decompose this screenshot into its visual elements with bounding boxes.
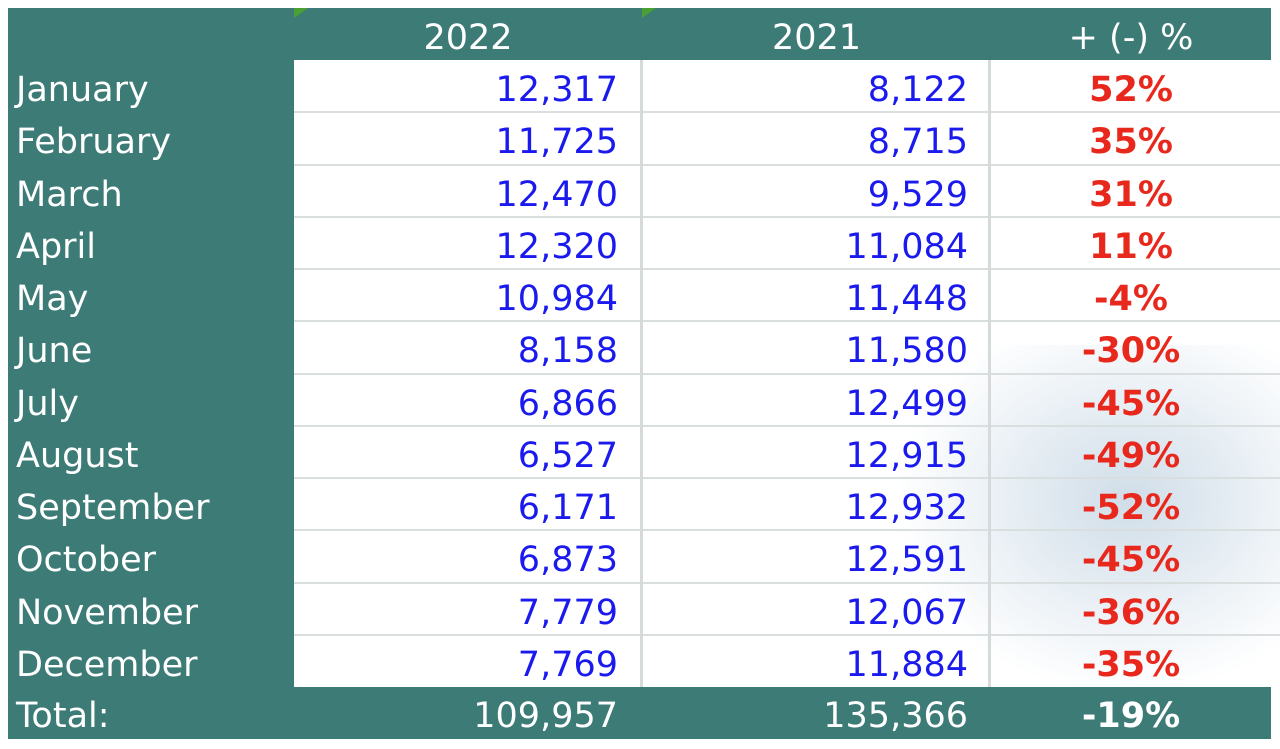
- value-2022: 12,317: [495, 70, 618, 110]
- value-2022: 8,158: [517, 331, 618, 372]
- value-2021: 11,884: [845, 644, 968, 685]
- percent-change: -4%: [1094, 279, 1168, 319]
- month-label: December: [16, 644, 198, 685]
- percent-change: 11%: [1089, 226, 1173, 267]
- percent-change: -45%: [1081, 540, 1181, 581]
- value-2022: 6,171: [517, 488, 618, 528]
- column-header: 2021: [771, 18, 862, 58]
- value-2021: 12,932: [845, 488, 968, 528]
- month-label: July: [16, 383, 79, 424]
- total-label: Total:: [16, 696, 110, 736]
- value-2022: 12,470: [495, 174, 618, 215]
- month-label: October: [16, 540, 157, 581]
- value-2021: 11,084: [845, 226, 968, 267]
- month-label: April: [16, 226, 96, 267]
- percent-change: -52%: [1081, 488, 1181, 528]
- month-label: September: [16, 488, 210, 528]
- value-2022: 12,320: [495, 226, 618, 267]
- month-label: November: [16, 592, 199, 633]
- total-2021: 135,366: [823, 696, 968, 736]
- percent-change: -36%: [1081, 592, 1181, 633]
- percent-change: 52%: [1089, 70, 1173, 110]
- column-header: + (-) %: [1068, 18, 1194, 58]
- month-label: June: [16, 331, 93, 372]
- percent-change: -45%: [1081, 383, 1181, 424]
- value-2021: 12,499: [845, 383, 968, 424]
- value-2022: 6,527: [517, 435, 618, 476]
- value-2021: 12,915: [845, 435, 968, 476]
- value-2022: 11,725: [495, 122, 618, 163]
- percent-change: -49%: [1081, 435, 1181, 476]
- column-header: 2022: [423, 18, 513, 58]
- month-label: May: [16, 279, 89, 319]
- value-2021: 9,529: [867, 174, 968, 215]
- percent-change: -35%: [1081, 644, 1181, 685]
- month-label: August: [16, 435, 139, 476]
- value-2022: 7,769: [517, 644, 618, 685]
- value-2022: 6,873: [517, 540, 618, 581]
- percent-change: 31%: [1089, 174, 1173, 215]
- total-percent: -19%: [1081, 696, 1181, 736]
- value-2021: 12,067: [845, 592, 968, 633]
- month-label: March: [16, 174, 123, 215]
- value-2022: 7,779: [517, 592, 618, 633]
- total-2022: 109,957: [473, 696, 618, 736]
- value-2021: 11,580: [845, 331, 968, 372]
- value-2021: 11,448: [845, 279, 968, 319]
- percent-change: 35%: [1089, 122, 1173, 163]
- month-label: January: [16, 70, 149, 110]
- value-2022: 6,866: [517, 383, 618, 424]
- month-label: February: [16, 122, 172, 163]
- percent-change: -30%: [1081, 331, 1181, 372]
- value-2021: 12,591: [845, 540, 968, 581]
- value-2022: 10,984: [495, 279, 618, 319]
- value-2021: 8,122: [867, 70, 968, 110]
- value-2021: 8,715: [867, 122, 968, 163]
